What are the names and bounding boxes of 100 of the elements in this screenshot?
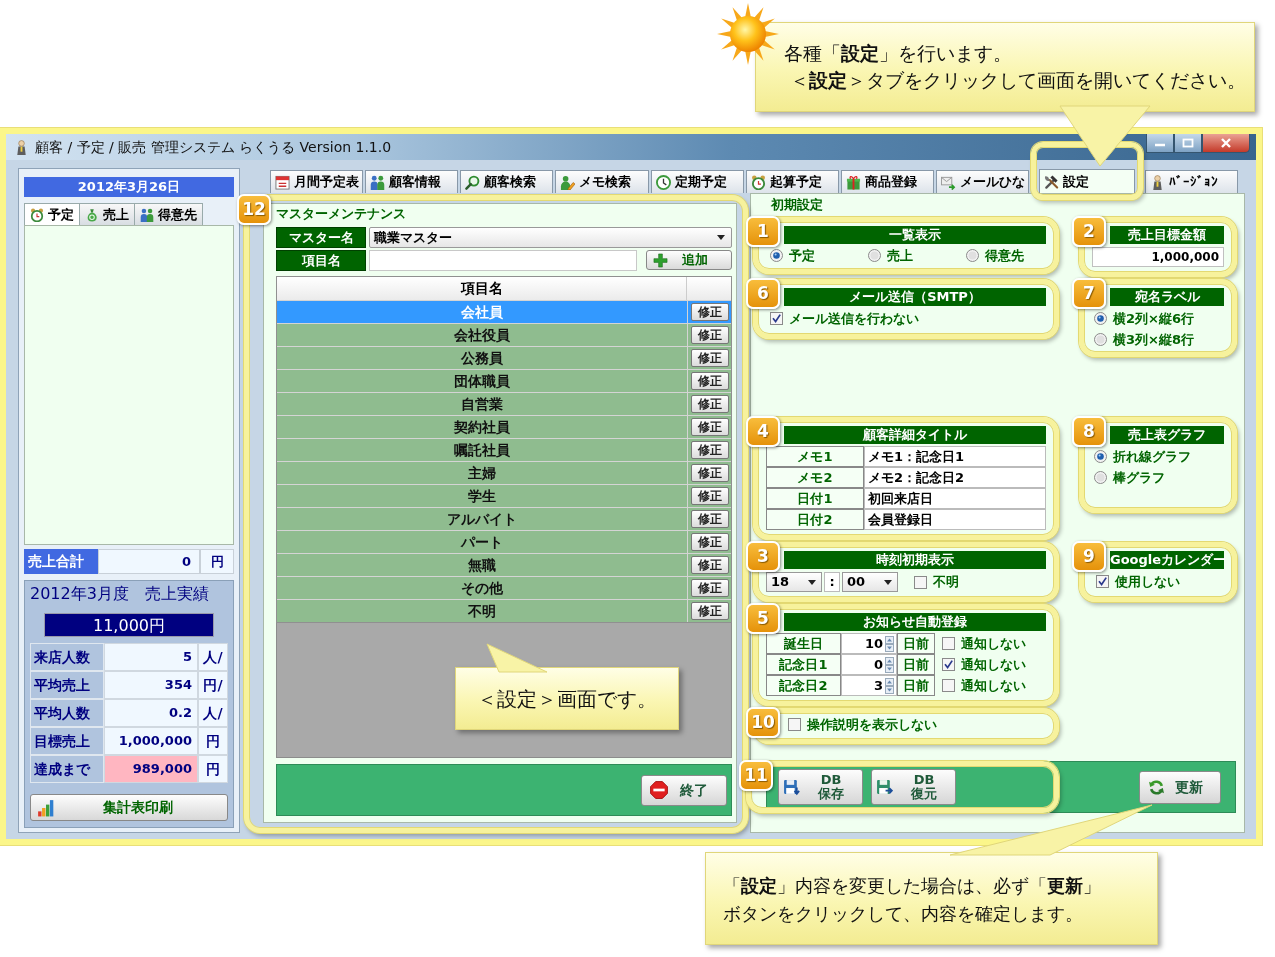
table-row[interactable]: 無職 修正 xyxy=(277,553,731,576)
stat-value: 1,000,000 xyxy=(104,727,198,755)
radio-option[interactable]: 予定 xyxy=(770,248,815,264)
edit-button[interactable]: 修正 xyxy=(690,372,729,390)
tab[interactable]: メールひな xyxy=(936,170,1030,193)
edit-button[interactable]: 修正 xyxy=(690,464,729,482)
tab[interactable]: 設定 xyxy=(1039,169,1135,193)
total-value: 0 xyxy=(98,549,200,574)
edit-button[interactable]: 修正 xyxy=(690,326,729,344)
tab[interactable]: 定期予定 xyxy=(650,170,744,193)
table-row[interactable]: 学生 修正 xyxy=(277,484,731,507)
edit-button[interactable]: 修正 xyxy=(690,487,729,505)
master-dropdown[interactable]: 職業マスター xyxy=(369,227,732,248)
checkbox-option[interactable]: メール送信を行わない xyxy=(770,311,919,327)
edit-button[interactable]: 修正 xyxy=(690,303,729,321)
date-header: 2012年3月26日 xyxy=(24,177,234,197)
update-button[interactable]: 更新 xyxy=(1139,770,1221,804)
tab[interactable]: 得意先 xyxy=(134,203,203,225)
section-header: 顧客詳細タイトル xyxy=(784,426,1046,445)
edit-button[interactable]: 修正 xyxy=(690,441,729,459)
item-name: 会社員 xyxy=(460,303,504,322)
table-row[interactable]: 会社員 修正 xyxy=(277,300,731,323)
mail-arrow-icon xyxy=(941,174,957,190)
edit-button[interactable]: 修正 xyxy=(690,395,729,413)
tab[interactable]: 顧客検索 xyxy=(460,170,554,193)
field-label: 日付1 xyxy=(766,488,864,510)
radio-option[interactable]: 得意先 xyxy=(966,248,1024,264)
checkbox-option[interactable]: 不明 xyxy=(914,574,959,590)
item-name: 主婦 xyxy=(467,464,497,483)
callout-text: ボタンをクリックして、内容を確定します。 xyxy=(723,902,1084,926)
checkbox-option[interactable]: 使用しない xyxy=(1096,574,1180,590)
title-field[interactable]: メモ2：記念日2 xyxy=(864,467,1046,489)
table-row[interactable]: 公務員 修正 xyxy=(277,346,731,369)
stop-sign-icon xyxy=(650,781,668,799)
edit-button[interactable]: 修正 xyxy=(690,349,729,367)
table-row[interactable]: 自営業 修正 xyxy=(277,392,731,415)
calendar-icon xyxy=(275,174,290,190)
checkbox-option[interactable]: 通知しない xyxy=(942,633,1026,655)
tab[interactable]: 顧客情報 xyxy=(365,170,459,193)
number-field[interactable]: 3 xyxy=(841,675,897,697)
radio-option[interactable]: 横2列×縦6行 xyxy=(1094,311,1224,327)
minimize-button[interactable] xyxy=(1146,134,1174,153)
total-label: 売上合計 xyxy=(24,549,98,574)
table-row[interactable]: パート 修正 xyxy=(277,530,731,553)
radio-option[interactable]: 横3列×縦8行 xyxy=(1094,331,1224,348)
table-row[interactable]: アルバイト 修正 xyxy=(277,507,731,530)
radio-option[interactable]: 折れ線グラフ xyxy=(1094,449,1224,465)
number-badge: 9 xyxy=(1072,541,1106,573)
radio-option[interactable]: 売上 xyxy=(868,248,913,264)
tab[interactable]: ﾊﾞｰｼﾞｮﾝ xyxy=(1144,170,1239,193)
table-row[interactable]: 会社役員 修正 xyxy=(277,323,731,346)
title-field[interactable]: メモ1：記念日1 xyxy=(864,446,1046,468)
add-button[interactable]: 追加 xyxy=(646,250,732,270)
money-bag-icon xyxy=(85,207,99,222)
section-header: 一覧表示 xyxy=(784,226,1046,244)
edit-button[interactable]: 修正 xyxy=(690,418,729,436)
table-row[interactable]: 主婦 修正 xyxy=(277,461,731,484)
item-name: その他 xyxy=(460,579,504,598)
hour-select[interactable]: 18 xyxy=(766,572,822,593)
edit-button[interactable]: 修正 xyxy=(690,579,729,597)
table-row[interactable]: 団体職員 修正 xyxy=(277,369,731,392)
number-field[interactable]: 10 xyxy=(841,633,897,655)
minute-select[interactable]: 00 xyxy=(842,572,898,593)
tab[interactable]: 起算予定 xyxy=(745,170,839,193)
title-field[interactable]: 会員登録日 xyxy=(864,509,1046,531)
amount-field[interactable]: 1,000,000 xyxy=(1092,247,1224,267)
window-title: 顧客 / 予定 / 販売 管理システム らくうる Version 1.1.0 xyxy=(35,138,392,156)
checkbox-option[interactable]: 操作説明を表示しない xyxy=(788,717,937,733)
print-button[interactable]: 集計表印刷 xyxy=(30,794,228,821)
bar-chart-icon xyxy=(37,798,55,817)
tab[interactable]: 予定 xyxy=(24,203,80,225)
checkbox-option[interactable]: 通知しない xyxy=(942,675,1026,697)
close-button[interactable] xyxy=(1202,134,1250,153)
edit-button[interactable]: 修正 xyxy=(690,533,729,551)
tab[interactable]: 月間予定表 xyxy=(270,170,364,193)
checkbox-option[interactable]: 通知しない xyxy=(942,654,1026,676)
total-unit: 円 xyxy=(200,549,234,574)
tab[interactable]: メモ検索 xyxy=(555,170,649,193)
maximize-button[interactable] xyxy=(1174,134,1202,153)
tab[interactable]: 売上 xyxy=(79,203,135,225)
spinner-icon xyxy=(885,656,894,673)
db-button[interactable]: DB 保存 xyxy=(778,769,863,805)
exit-button[interactable]: 終了 xyxy=(641,774,727,806)
table-row[interactable]: その他 修正 xyxy=(277,576,731,599)
edit-button[interactable]: 修正 xyxy=(690,510,729,528)
item-name: 無職 xyxy=(467,556,497,575)
input-field[interactable] xyxy=(369,250,637,271)
table-row[interactable]: 不明 修正 xyxy=(277,599,731,622)
tab[interactable]: 商品登録 xyxy=(840,170,935,193)
db-button[interactable]: DB 復元 xyxy=(871,769,956,805)
edit-button[interactable]: 修正 xyxy=(690,602,729,620)
table-row[interactable]: 契約社員 修正 xyxy=(277,415,731,438)
number-field[interactable]: 0 xyxy=(841,654,897,676)
table-row[interactable]: 嘱託社員 修正 xyxy=(277,438,731,461)
edit-button[interactable]: 修正 xyxy=(690,556,729,574)
stat-value: 5 xyxy=(104,643,198,671)
number-badge: 4 xyxy=(746,416,780,448)
title-field[interactable]: 初回来店日 xyxy=(864,488,1046,510)
radio-option[interactable]: 棒グラフ xyxy=(1094,469,1224,486)
person-pencil-icon xyxy=(560,174,576,190)
